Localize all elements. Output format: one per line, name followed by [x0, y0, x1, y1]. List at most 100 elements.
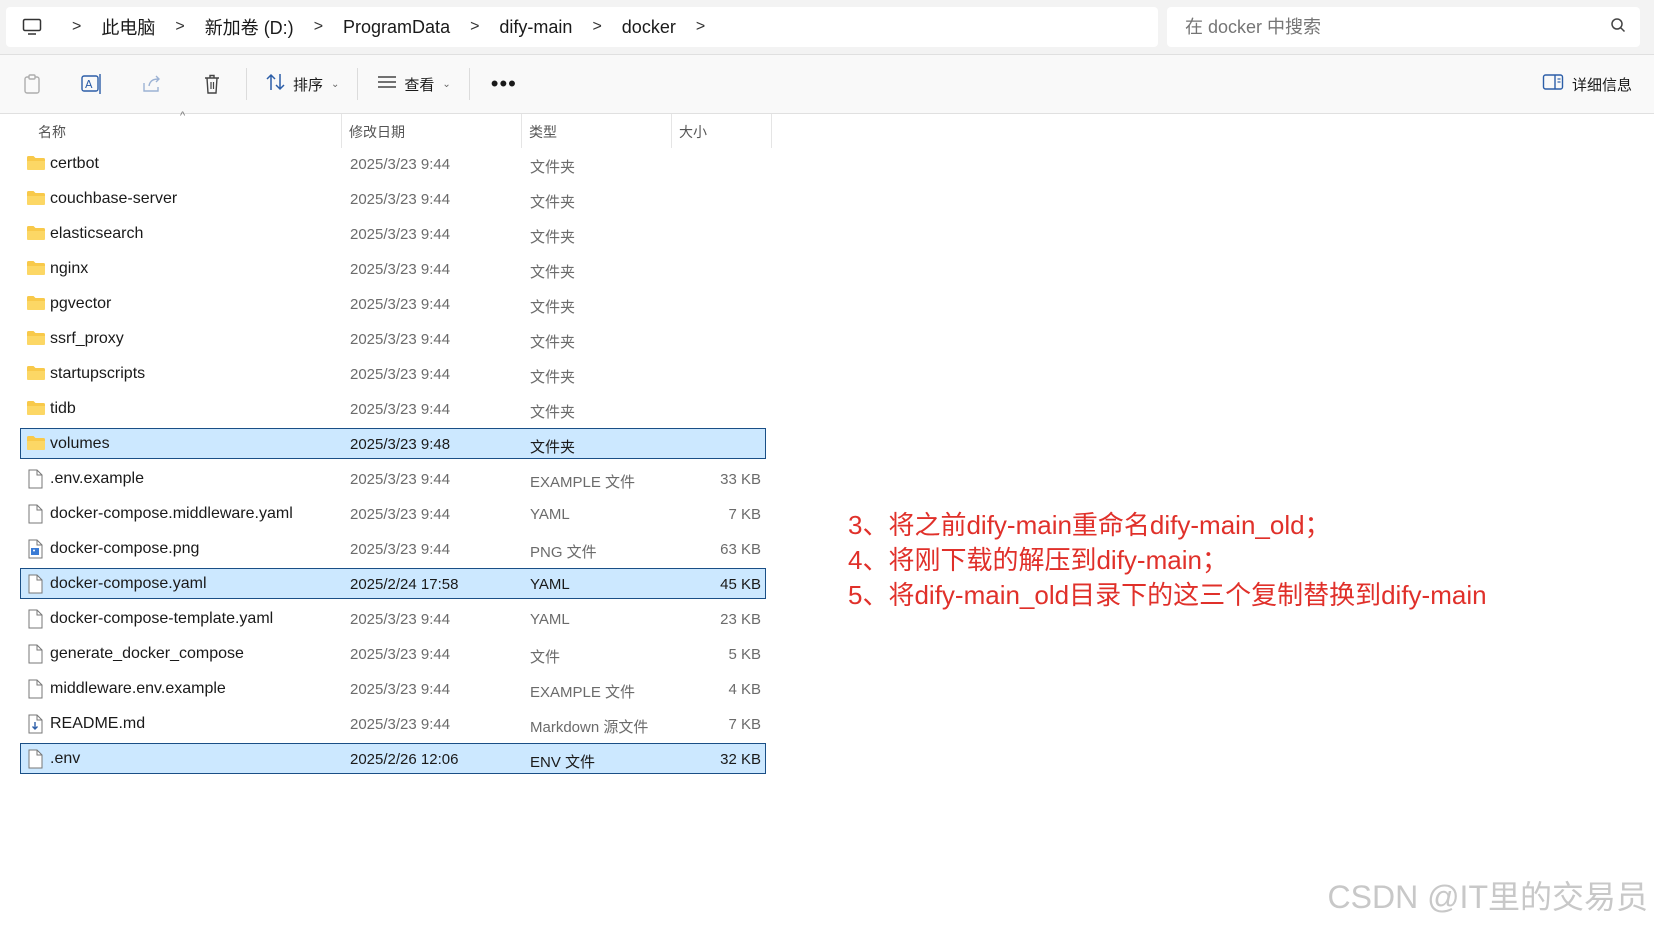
breadcrumb-separator[interactable]: >	[161, 18, 198, 36]
item-date: 2025/3/23 9:44	[350, 261, 451, 278]
breadcrumb-volume-d[interactable]: 新加卷 (D:)	[199, 14, 300, 40]
item-type: 文件夹	[530, 404, 576, 421]
search-box[interactable]	[1167, 7, 1640, 47]
search-icon[interactable]	[1610, 17, 1626, 38]
item-type: Markdown 源文件	[530, 719, 649, 736]
item-name: .env	[50, 750, 81, 767]
breadcrumb-separator[interactable]: >	[578, 18, 615, 36]
item-name: pgvector	[50, 295, 112, 312]
breadcrumb-separator[interactable]: >	[58, 18, 95, 36]
sort-ascending-icon: ^	[180, 110, 186, 122]
item-date: 2025/2/26 12:06	[350, 751, 459, 768]
file-row[interactable]: docker-compose.png 2025/3/23 9:44 PNG 文件 63…	[20, 533, 766, 564]
breadcrumb-programdata[interactable]: ProgramData	[337, 17, 456, 38]
view-list-icon	[376, 74, 398, 94]
item-date: 2025/3/23 9:44	[350, 296, 451, 313]
item-type: 文件	[530, 649, 561, 666]
svg-text:A: A	[85, 78, 93, 91]
item-size: 32 KB	[720, 751, 761, 768]
folder-icon	[26, 259, 46, 279]
item-name: docker-compose.yaml	[50, 575, 207, 592]
item-name: docker-compose.middleware.yaml	[50, 505, 293, 522]
file-icon	[26, 469, 46, 489]
share-icon[interactable]	[122, 64, 182, 104]
folder-row[interactable]: elasticsearch 2025/3/23 9:44 文件夹	[20, 218, 766, 249]
details-pane-icon	[1542, 73, 1564, 95]
breadcrumb-this-pc[interactable]: 此电脑	[95, 14, 161, 40]
folder-row[interactable]: nginx 2025/3/23 9:44 文件夹	[20, 253, 766, 284]
file-icon	[26, 504, 46, 524]
file-icon	[26, 609, 46, 629]
folder-row[interactable]: tidb 2025/3/23 9:44 文件夹	[20, 393, 766, 424]
address-bar[interactable]: > 此电脑 > 新加卷 (D:) > ProgramData > dify-ma…	[6, 7, 1158, 47]
address-region: > 此电脑 > 新加卷 (D:) > ProgramData > dify-ma…	[0, 0, 1654, 55]
item-size: 45 KB	[720, 576, 761, 593]
annotation-line: 4、将刚下载的解压到dify-main；	[848, 545, 1228, 575]
file-row[interactable]: README.md 2025/3/23 9:44 Markdown 源文件 7 KB	[20, 708, 766, 739]
search-input[interactable]	[1183, 15, 1587, 39]
watermark: CSDN @IT里的交易员	[1327, 879, 1649, 915]
folder-row[interactable]: certbot 2025/3/23 9:44 文件夹	[20, 148, 766, 179]
item-name: elasticsearch	[50, 225, 144, 242]
column-header-name[interactable]: 名称	[38, 122, 66, 142]
file-row[interactable]: docker-compose-template.yaml 2025/3/23 9:…	[20, 603, 766, 634]
item-type: EXAMPLE 文件	[530, 684, 636, 701]
column-header-type[interactable]: 类型	[529, 122, 557, 142]
breadcrumb-dify-main[interactable]: dify-main	[493, 17, 578, 38]
folder-icon	[26, 224, 46, 244]
item-date: 2025/3/23 9:44	[350, 681, 451, 698]
column-header-size[interactable]: 大小	[679, 122, 707, 142]
sort-button[interactable]: 排序 ⌄	[251, 64, 353, 104]
image-file-icon	[26, 539, 46, 559]
item-date: 2025/3/23 9:44	[350, 331, 451, 348]
item-type: 文件夹	[530, 159, 576, 176]
details-pane-button[interactable]: 详细信息	[1542, 64, 1632, 104]
folder-icon	[26, 154, 46, 174]
breadcrumb-separator[interactable]: >	[682, 18, 719, 36]
breadcrumb-separator[interactable]: >	[300, 18, 337, 36]
item-name: tidb	[50, 400, 76, 417]
column-divider[interactable]	[771, 114, 772, 148]
folder-row[interactable]: ssrf_proxy 2025/3/23 9:44 文件夹	[20, 323, 766, 354]
file-row[interactable]: generate_docker_compose 2025/3/23 9:44 文件 5…	[20, 638, 766, 669]
column-divider[interactable]	[521, 114, 522, 148]
toolbar-divider	[246, 68, 247, 100]
file-row[interactable]: .env 2025/2/26 12:06 ENV 文件 32 KB	[20, 743, 766, 774]
item-type: 文件夹	[530, 229, 576, 246]
column-divider[interactable]	[671, 114, 672, 148]
file-row[interactable]: docker-compose.middleware.yaml 2025/3/23 …	[20, 498, 766, 529]
folder-icon	[26, 329, 46, 349]
item-date: 2025/2/24 17:58	[350, 576, 459, 593]
item-date: 2025/3/23 9:44	[350, 366, 451, 383]
file-icon	[26, 574, 46, 594]
file-row[interactable]: middleware.env.example 2025/3/23 9:44 EXAM…	[20, 673, 766, 704]
file-row[interactable]: docker-compose.yaml 2025/2/24 17:58 YAML 45…	[20, 568, 766, 599]
breadcrumb-docker[interactable]: docker	[616, 17, 682, 38]
folder-row[interactable]: pgvector 2025/3/23 9:44 文件夹	[20, 288, 766, 319]
file-list: ^ 名称 修改日期 类型 大小 certbot 2025/3/23 9:44 文件夹…	[0, 110, 780, 774]
file-icon	[26, 679, 46, 699]
column-divider[interactable]	[341, 114, 342, 148]
item-date: 2025/3/23 9:44	[350, 401, 451, 418]
delete-icon[interactable]	[182, 64, 242, 104]
markdown-file-icon	[26, 714, 46, 734]
more-options-button[interactable]: •••	[474, 71, 534, 97]
rename-icon[interactable]: A	[62, 64, 122, 104]
paste-icon[interactable]	[2, 64, 62, 104]
item-date: 2025/3/23 9:44	[350, 226, 451, 243]
folder-icon	[26, 294, 46, 314]
item-type: 文件夹	[530, 264, 576, 281]
item-name: couchbase-server	[50, 190, 178, 207]
view-button[interactable]: 查看 ⌄	[362, 64, 464, 104]
this-pc-icon[interactable]	[6, 7, 58, 47]
breadcrumb-separator[interactable]: >	[456, 18, 493, 36]
item-type: EXAMPLE 文件	[530, 474, 636, 491]
file-row[interactable]: .env.example 2025/3/23 9:44 EXAMPLE 文件 33 K…	[20, 463, 766, 494]
folder-row[interactable]: startupscripts 2025/3/23 9:44 文件夹	[20, 358, 766, 389]
folder-row[interactable]: couchbase-server 2025/3/23 9:44 文件夹	[20, 183, 766, 214]
item-type: YAML	[530, 576, 570, 593]
column-header-date[interactable]: 修改日期	[349, 122, 405, 142]
item-date: 2025/3/23 9:44	[350, 156, 451, 173]
item-size: 63 KB	[720, 541, 761, 558]
folder-row[interactable]: volumes 2025/3/23 9:48 文件夹	[20, 428, 766, 459]
